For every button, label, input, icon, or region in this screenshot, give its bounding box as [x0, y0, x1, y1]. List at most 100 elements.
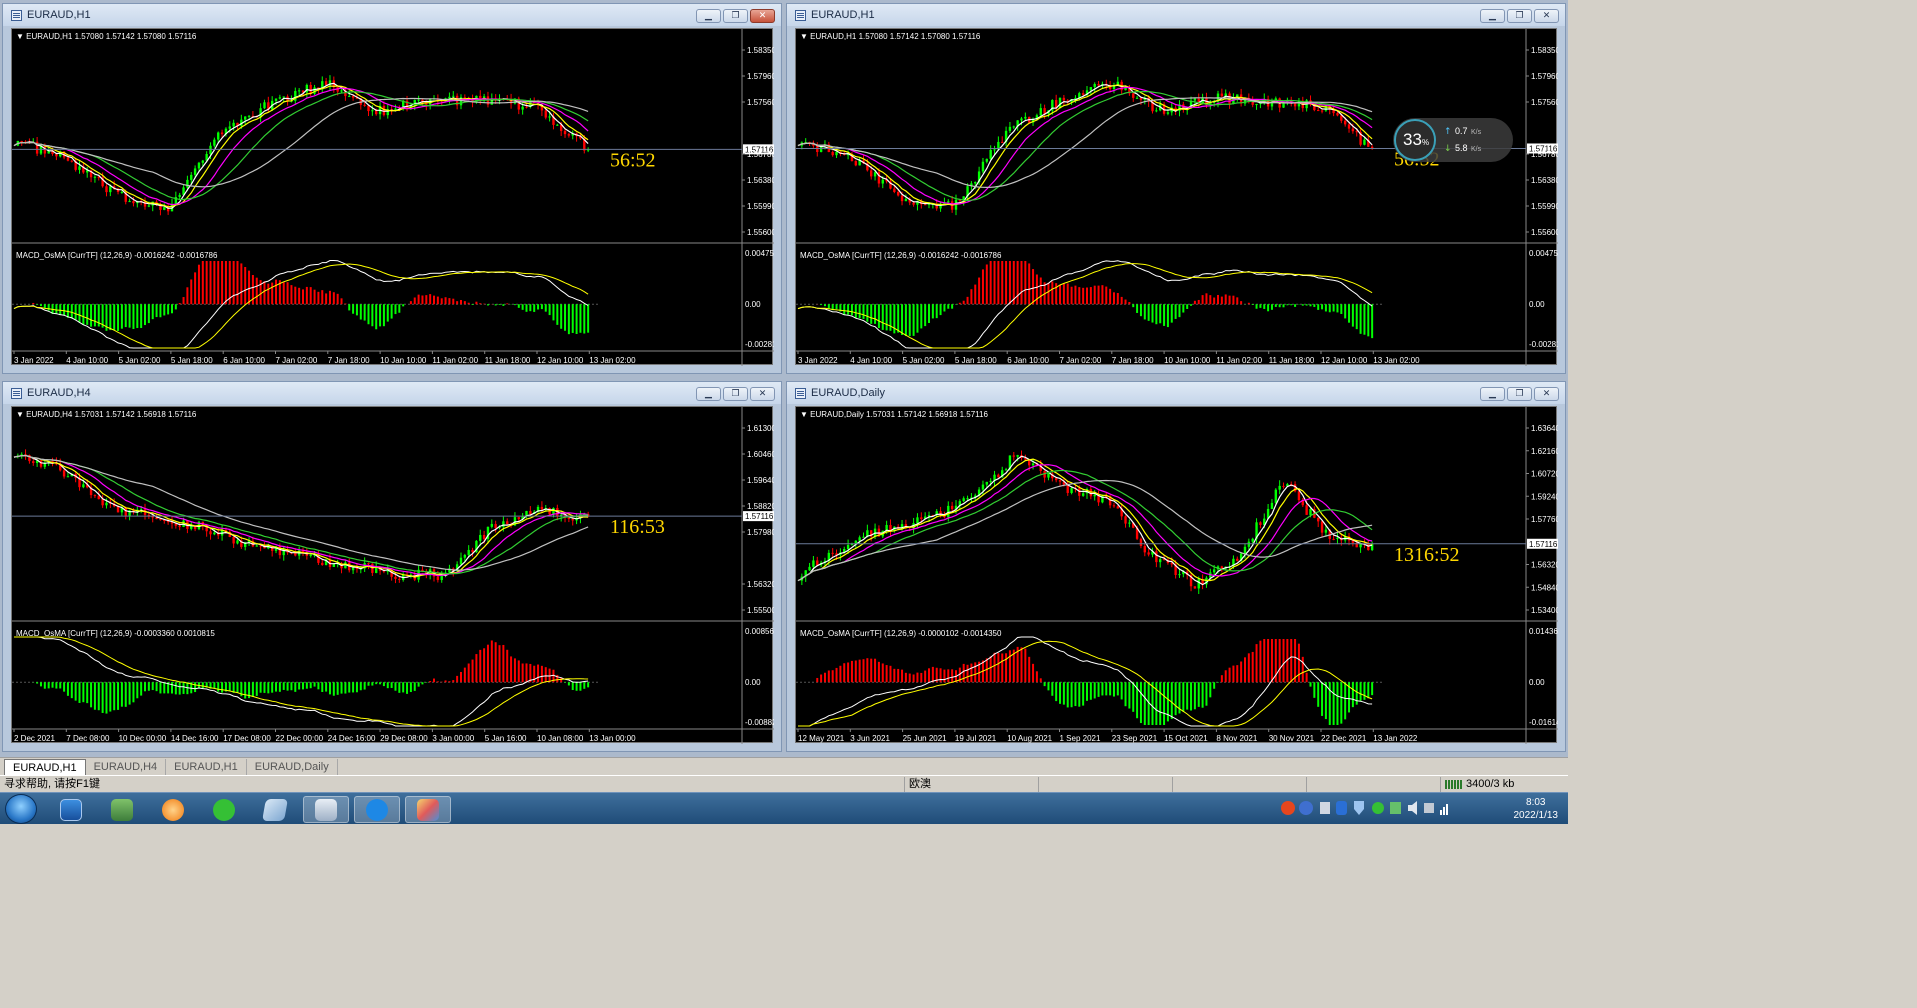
- price-chart[interactable]: ▼ EURAUD,Daily 1.57031 1.57142 1.56918 1…: [795, 406, 1558, 744]
- candle-body: [209, 145, 212, 155]
- start-button[interactable]: [5, 794, 37, 824]
- chart-window-euraud-h4[interactable]: EURAUD,H4 ▁ ❐ ✕ ▼ EURAUD,H4 1.57031 1.5714…: [2, 381, 782, 752]
- candle-body: [1058, 480, 1062, 482]
- time-label: 11 Jan 18:00: [1269, 356, 1315, 365]
- candle-body: [1193, 98, 1197, 101]
- candle-body: [116, 506, 120, 513]
- monitor-icon: [60, 798, 82, 821]
- close-button[interactable]: ✕: [1534, 9, 1559, 23]
- candle-body: [548, 116, 551, 118]
- window-titlebar[interactable]: EURAUD,Daily ▁ ❐ ✕: [787, 382, 1565, 404]
- price-chart[interactable]: ▼ EURAUD,H1 1.57080 1.57142 1.57080 1.57…: [795, 28, 1558, 366]
- taskbar-browser[interactable]: [150, 796, 196, 823]
- price-chart[interactable]: ▼ EURAUD,H1 1.57080 1.57142 1.57080 1.57…: [11, 28, 774, 366]
- chart-canvas[interactable]: ▼ EURAUD,H1 1.57080 1.57142 1.57080 1.57…: [12, 29, 774, 366]
- candle-body: [1236, 558, 1239, 561]
- taskbar-pen[interactable]: [354, 796, 400, 823]
- chart-window-euraud-daily[interactable]: EURAUD,Daily ▁ ❐ ✕ ▼ EURAUD,Daily 1.57031 …: [786, 381, 1566, 752]
- candle-body: [190, 526, 193, 529]
- symbol-info: ▼ EURAUD,H1 1.57080 1.57142 1.57080 1.57…: [16, 32, 197, 41]
- candle-body: [1305, 505, 1308, 515]
- time-label: 7 Jan 18:00: [1112, 356, 1154, 365]
- tab-euraud-h1[interactable]: EURAUD,H1: [4, 759, 86, 775]
- candle-body: [1062, 97, 1066, 101]
- window-titlebar[interactable]: EURAUD,H1 ▁ ❐ ✕: [3, 4, 781, 26]
- candle-body: [540, 506, 544, 510]
- chart-canvas[interactable]: ▼ EURAUD,H1 1.57080 1.57142 1.57080 1.57…: [796, 29, 1558, 366]
- chart-canvas[interactable]: ▼ EURAUD,H4 1.57031 1.57142 1.56918 1.57…: [12, 407, 774, 744]
- candle-body: [66, 157, 70, 161]
- time-label: 13 Jan 00:00: [589, 734, 636, 743]
- price-label: 1.55600: [1531, 228, 1558, 237]
- window-titlebar[interactable]: EURAUD,H1 ▁ ❐ ✕: [787, 4, 1565, 26]
- candle-body: [1220, 566, 1224, 569]
- candle-body: [1047, 473, 1050, 478]
- minimize-button[interactable]: ▁: [1480, 387, 1505, 401]
- connection-bars-icon: [1445, 779, 1463, 789]
- taskbar-metatrader[interactable]: [303, 796, 349, 823]
- candle-body: [846, 544, 850, 549]
- candle-body: [1336, 113, 1339, 116]
- current-price-label: 1.57116: [1529, 540, 1558, 549]
- bluetooth-icon: [1336, 801, 1347, 815]
- candle-body: [1089, 87, 1093, 91]
- tab-euraud-h4[interactable]: EURAUD,H4: [86, 759, 167, 775]
- macd-level-label: 0.0047546: [1529, 249, 1558, 258]
- tab-euraud-h1-2[interactable]: EURAUD,H1: [166, 759, 247, 775]
- current-price-label: 1.57116: [745, 512, 774, 521]
- macd-level-label: 0.0085675: [745, 627, 774, 636]
- macd-level-label: -0.002813: [745, 340, 774, 349]
- taskbar-wechat[interactable]: [201, 796, 247, 823]
- maximize-button[interactable]: ❐: [723, 9, 748, 23]
- price-chart[interactable]: ▼ EURAUD,H4 1.57031 1.57142 1.56918 1.57…: [11, 406, 774, 744]
- network-speed-graphic: 33 % ↑ 0.7 K/s ↓ 5.8 K/s: [1394, 119, 1482, 161]
- chart-window-euraud-h1-2[interactable]: EURAUD,H1 ▁ ❐ ✕ ▼ EURAUD,H1 1.57080 1.5714…: [786, 3, 1566, 374]
- taskbar-paint[interactable]: [405, 796, 451, 823]
- candle-body: [858, 537, 861, 541]
- taskbar-desktop[interactable]: [48, 796, 94, 823]
- candle-body: [525, 106, 528, 108]
- candle-body: [1193, 586, 1197, 589]
- taskbar-network[interactable]: [99, 796, 145, 823]
- price-label: 1.58350: [1531, 46, 1558, 55]
- time-label: 10 Jan 10:00: [380, 356, 427, 365]
- time-label: 30 Nov 2021: [1269, 734, 1315, 743]
- candle-body: [363, 104, 366, 106]
- maximize-button[interactable]: ❐: [1507, 387, 1532, 401]
- minimize-button[interactable]: ▁: [1480, 9, 1505, 23]
- chart-canvas[interactable]: ▼ EURAUD,Daily 1.57031 1.57142 1.56918 1…: [796, 407, 1558, 744]
- candle-body: [1124, 516, 1127, 524]
- price-label: 1.53400: [1531, 606, 1558, 615]
- window-titlebar[interactable]: EURAUD,H4 ▁ ❐ ✕: [3, 382, 781, 404]
- macd-line: [14, 636, 589, 727]
- candle-body: [340, 90, 343, 92]
- maximize-button[interactable]: ❐: [1507, 9, 1532, 23]
- tray-clock[interactable]: 8:03 2022/1/13: [1514, 796, 1559, 822]
- candle-body: [1155, 110, 1158, 112]
- price-label: 1.55990: [1531, 202, 1558, 211]
- candle-body: [1097, 84, 1100, 86]
- maximize-button[interactable]: ❐: [723, 387, 748, 401]
- candle-body: [232, 122, 235, 127]
- minimize-button[interactable]: ▁: [696, 387, 721, 401]
- network-speed-widget[interactable]: 33 % ↑ 0.7 K/s ↓ 5.8 K/s: [1393, 118, 1513, 162]
- candle-body: [1012, 126, 1015, 128]
- close-button[interactable]: ✕: [750, 387, 775, 401]
- price-label: 1.63640: [1531, 424, 1558, 433]
- candle-body: [529, 510, 532, 514]
- macd-line: [798, 636, 1373, 727]
- candle-body: [1347, 124, 1351, 129]
- candle-body: [947, 201, 950, 203]
- system-tray: 8:03 2022/1/13: [1278, 793, 1568, 825]
- price-label: 1.56380: [1531, 176, 1558, 185]
- candle-body: [831, 152, 834, 156]
- chart-window-euraud-h1[interactable]: EURAUD,H1 ▁ ❐ ✕ ▼ EURAUD,H1 1.57080 1.5714…: [2, 3, 782, 374]
- minimize-button[interactable]: ▁: [696, 9, 721, 23]
- candle-body: [479, 534, 482, 541]
- close-button[interactable]: ✕: [750, 9, 775, 23]
- taskbar-notes[interactable]: [252, 796, 298, 823]
- tab-euraud-daily[interactable]: EURAUD,Daily: [247, 759, 338, 775]
- close-button[interactable]: ✕: [1534, 387, 1559, 401]
- candle-body: [1139, 97, 1143, 100]
- candle-body: [896, 191, 900, 196]
